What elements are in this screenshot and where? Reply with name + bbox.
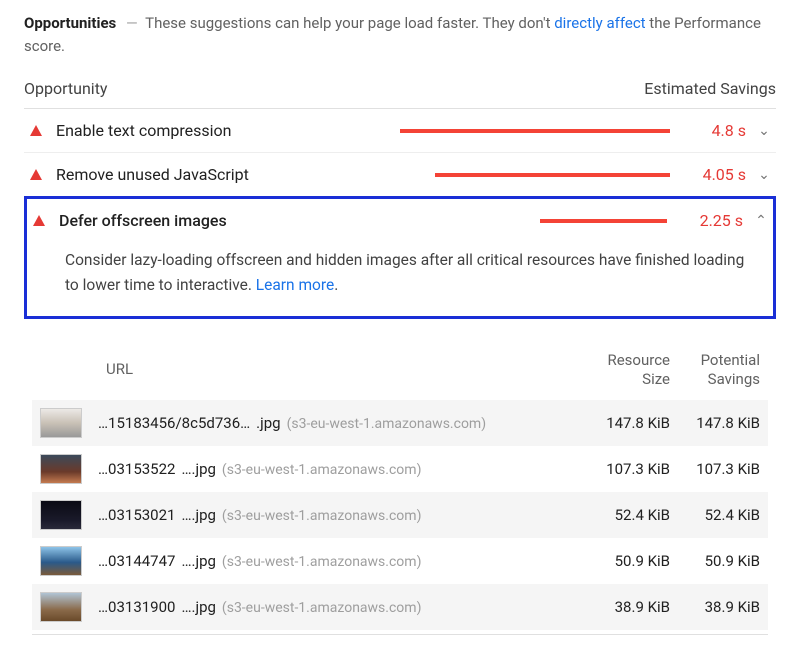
opportunities-desc-before: These suggestions can help your page loa… <box>145 14 554 32</box>
thumbnail-icon <box>40 546 82 576</box>
thumbnail-icon <box>40 592 82 622</box>
savings-bar-wrap <box>397 219 667 223</box>
th-save: Potential Savings <box>670 351 760 390</box>
table-row: …03144747 ….jpg (s3-eu-west-1.amazonaws.… <box>32 538 768 584</box>
triangle-icon <box>30 125 42 136</box>
opportunities-title: Opportunities <box>24 14 116 32</box>
savings-value: 2.25 s <box>685 211 743 230</box>
col-opportunity: Opportunity <box>24 79 108 98</box>
opportunity-description: Consider lazy-loading offscreen and hidd… <box>27 242 773 302</box>
th-size: Resource Size <box>580 351 670 390</box>
potential-savings: 50.9 KiB <box>670 552 760 570</box>
table-row: …15183456/8c5d736… .jpg (s3-eu-west-1.am… <box>32 400 768 446</box>
chevron-down-icon[interactable]: ⌄ <box>756 123 772 139</box>
table-row: …03153522 ….jpg (s3-eu-west-1.amazonaws.… <box>32 446 768 492</box>
resource-size: 107.3 KiB <box>580 460 670 478</box>
opportunities-header: Opportunities — These suggestions can he… <box>24 12 776 57</box>
table-header: URL Resource Size Potential Savings <box>32 341 768 400</box>
opportunity-row[interactable]: Defer offscreen images 2.25 s ⌃ <box>27 199 773 242</box>
savings-bar-wrap <box>400 173 670 177</box>
chevron-down-icon[interactable]: ⌄ <box>756 167 772 183</box>
resource-size: 50.9 KiB <box>580 552 670 570</box>
opportunity-label: Remove unused JavaScript <box>56 165 390 184</box>
savings-value: 4.05 s <box>688 165 746 184</box>
table-row: …03131900 ….jpg (s3-eu-west-1.amazonaws.… <box>32 584 768 630</box>
savings-bar <box>435 173 670 177</box>
savings-bar-wrap <box>400 129 670 133</box>
potential-savings: 52.4 KiB <box>670 506 760 524</box>
directly-affect-link[interactable]: directly affect <box>554 14 645 32</box>
savings-bar <box>540 219 667 223</box>
resource-size: 52.4 KiB <box>580 506 670 524</box>
potential-savings: 147.8 KiB <box>670 414 760 432</box>
savings-bar <box>400 129 670 133</box>
url-cell[interactable]: …03153522 ….jpg (s3-eu-west-1.amazonaws.… <box>82 460 580 478</box>
col-savings: Estimated Savings <box>644 79 776 98</box>
triangle-icon <box>30 169 42 180</box>
resource-size: 147.8 KiB <box>580 414 670 432</box>
triangle-icon <box>33 215 45 226</box>
savings-value: 4.8 s <box>688 121 746 140</box>
opportunity-label: Enable text compression <box>56 121 390 140</box>
th-url: URL <box>86 360 580 380</box>
resource-table: URL Resource Size Potential Savings …151… <box>24 341 776 635</box>
opportunity-desc-text: Consider lazy-loading offscreen and hidd… <box>65 251 744 294</box>
thumbnail-icon <box>40 454 82 484</box>
table-row: …03153021 ….jpg (s3-eu-west-1.amazonaws.… <box>32 492 768 538</box>
learn-more-link[interactable]: Learn more <box>256 276 334 294</box>
opportunity-column-headers: Opportunity Estimated Savings <box>24 79 776 109</box>
potential-savings: 107.3 KiB <box>670 460 760 478</box>
url-cell[interactable]: …03144747 ….jpg (s3-eu-west-1.amazonaws.… <box>82 552 580 570</box>
resource-size: 38.9 KiB <box>580 598 670 616</box>
thumbnail-icon <box>40 500 82 530</box>
url-cell[interactable]: …03131900 ….jpg (s3-eu-west-1.amazonaws.… <box>82 598 580 616</box>
opportunity-row[interactable]: Remove unused JavaScript 4.05 s ⌄ <box>24 153 776 197</box>
opportunity-expanded: Defer offscreen images 2.25 s ⌃ Consider… <box>24 196 776 319</box>
dash: — <box>126 14 138 32</box>
thumbnail-icon <box>40 408 82 438</box>
opportunity-label: Defer offscreen images <box>59 211 387 230</box>
potential-savings: 38.9 KiB <box>670 598 760 616</box>
url-cell[interactable]: …03153021 ….jpg (s3-eu-west-1.amazonaws.… <box>82 506 580 524</box>
opportunity-row[interactable]: Enable text compression 4.8 s ⌄ <box>24 109 776 153</box>
chevron-up-icon[interactable]: ⌃ <box>753 213 769 229</box>
url-cell[interactable]: …15183456/8c5d736… .jpg (s3-eu-west-1.am… <box>82 414 580 432</box>
